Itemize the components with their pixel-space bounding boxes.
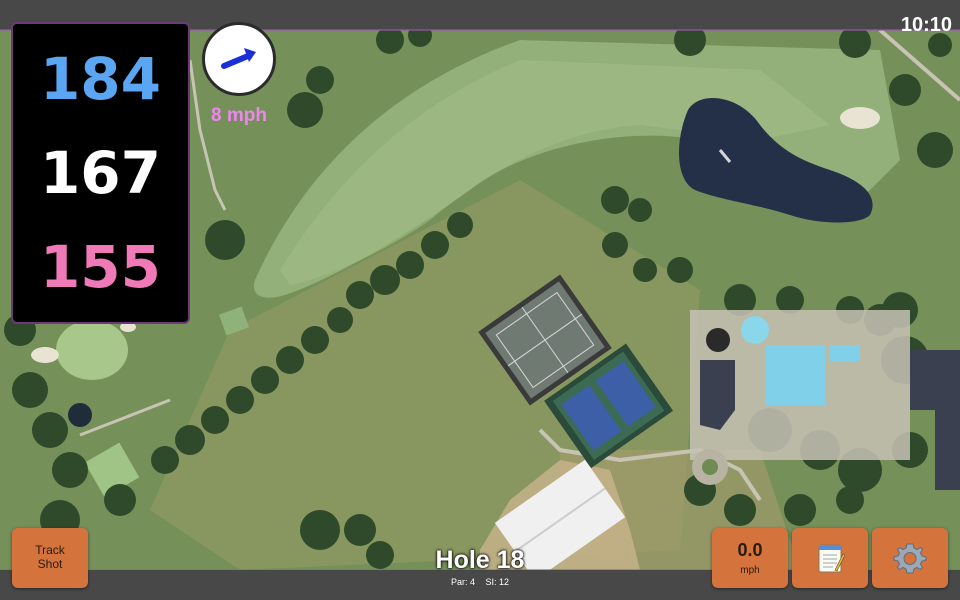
distance-back: 184 [39,45,162,113]
hole-par: Par: 4 [450,577,475,587]
speed-unit: mph [740,564,760,576]
speed-button[interactable]: 0.0 mph [712,528,788,588]
track-shot-button[interactable]: Track Shot [12,528,88,588]
gear-icon [893,543,927,574]
hole-meta: Par: 4 SI: 12 [380,577,580,587]
notes-button[interactable] [792,528,868,588]
track-shot-label-line1: Track [35,543,65,558]
wind-speed: 8 mph [211,105,267,126]
track-shot-label-line2: Shot [37,557,63,571]
clock: 10:10 [900,14,952,36]
settings-button[interactable] [872,528,948,588]
hole-stroke-index: SI: 12 [485,577,510,587]
wind-direction-arrow-icon [221,48,256,69]
distance-panel: 184 167 155 [11,22,190,324]
speed-value: 0.0 [737,539,763,560]
notepad-icon [818,544,845,573]
distance-front: 155 [39,233,162,301]
wind-dial [202,22,276,96]
distance-middle: 167 [39,139,162,207]
hole-title: Hole 18 [435,546,525,574]
